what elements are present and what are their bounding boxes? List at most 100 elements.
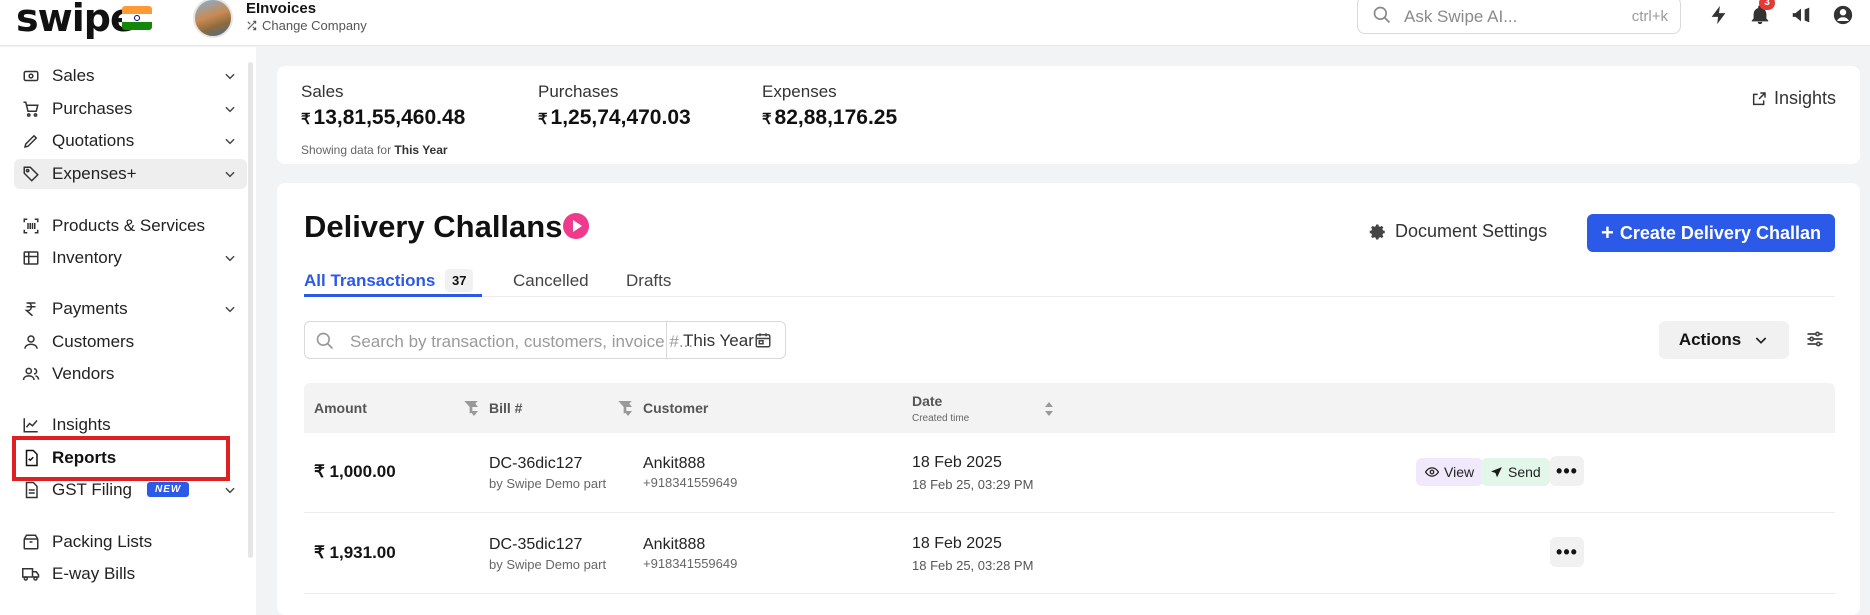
top-bar: swipe EInvoices Change Company Ask Swipe… — [0, 0, 1870, 46]
row-customer[interactable]: Ankit888 — [643, 536, 705, 554]
actions-dropdown[interactable]: Actions — [1659, 321, 1789, 359]
gear-icon — [1369, 224, 1385, 239]
play-video-icon[interactable] — [563, 213, 589, 239]
send-label: Send — [1508, 464, 1541, 480]
chevron-down-icon — [225, 73, 235, 80]
table-row[interactable]: ₹ 1,000.00 DC-36dic127 by Swipe Demo par… — [304, 433, 1835, 513]
ask-ai-search[interactable]: Ask Swipe AI... ctrl+k — [1357, 0, 1681, 34]
swipe-logo[interactable]: swipe — [16, 0, 136, 40]
transaction-search: Search by transaction, customers, invoic… — [304, 321, 786, 359]
ask-ai-placeholder: Ask Swipe AI... — [1404, 7, 1518, 26]
chevron-down-icon — [225, 306, 235, 313]
document-settings-label: Document Settings — [1395, 221, 1548, 241]
expenses-stat-value: ₹82,88,176.25 — [762, 106, 898, 129]
rupee-icon — [24, 302, 36, 317]
column-date: Date — [912, 393, 943, 409]
sidebar-item-eway-bills[interactable]: E-way Bills — [14, 559, 247, 589]
sidebar-item-label: Inventory — [52, 248, 122, 267]
sidebar-scrollbar[interactable] — [248, 62, 253, 558]
sales-stat-label: Sales — [301, 82, 344, 101]
filter-icon[interactable] — [617, 399, 633, 415]
calendar-icon[interactable] — [754, 331, 772, 349]
row-date: 18 Feb 2025 — [912, 535, 1002, 552]
row-customer[interactable]: Ankit888 — [643, 455, 705, 473]
row-created-time: 18 Feb 25, 03:28 PM — [912, 558, 1034, 573]
sort-icon[interactable] — [1044, 401, 1054, 417]
account-icon[interactable] — [1832, 4, 1854, 26]
eye-icon — [1425, 467, 1439, 477]
row-amount: ₹ 1,000.00 — [314, 462, 396, 481]
sidebar-item-customers[interactable]: Customers — [14, 327, 247, 357]
view-button[interactable]: View — [1416, 458, 1484, 486]
sidebar-item-quotations[interactable]: Quotations — [14, 126, 247, 156]
showing-data-note: Showing data for This Year — [301, 143, 448, 157]
insights-link-label: Insights — [1773, 88, 1836, 108]
change-company-link[interactable]: Change Company — [246, 18, 367, 33]
row-bill-number[interactable]: DC-36dic127 — [489, 455, 582, 473]
megaphone-icon[interactable] — [1790, 4, 1812, 26]
more-options-button[interactable]: ••• — [1550, 456, 1584, 486]
company-avatar[interactable] — [193, 0, 233, 38]
send-button[interactable]: Send — [1481, 458, 1550, 486]
chevron-down-icon — [225, 171, 235, 178]
search-input[interactable]: Search by transaction, customers, invoic… — [350, 332, 693, 352]
sidebar-item-purchases[interactable]: Purchases — [14, 94, 247, 124]
tab-drafts[interactable]: Drafts — [626, 271, 671, 291]
tab-all-transactions[interactable]: All Transactions — [304, 271, 435, 291]
column-customer: Customer — [643, 400, 709, 416]
shortcut-hint: ctrl+k — [1631, 8, 1668, 25]
transaction-tabs: All Transactions 37 Cancelled Drafts — [304, 263, 1835, 297]
chevron-down-icon — [225, 138, 235, 145]
period-selector[interactable]: This Year — [683, 331, 754, 351]
sidebar-item-sales[interactable]: Sales — [14, 61, 247, 91]
sidebar-item-label: Insights — [52, 415, 111, 434]
create-button-label: Create Delivery Challan — [1619, 222, 1821, 243]
box-icon — [23, 534, 39, 550]
india-flag-icon — [122, 6, 152, 30]
sidebar-item-expenses[interactable]: Expenses+ — [14, 159, 247, 189]
sidebar-item-label: Payments — [52, 299, 128, 318]
column-settings-icon[interactable] — [1805, 329, 1825, 349]
row-bill-creator: by Swipe Demo part — [489, 476, 607, 491]
truck-icon — [22, 568, 40, 581]
sidebar-item-vendors[interactable]: Vendors — [14, 359, 247, 389]
row-created-time: 18 Feb 25, 03:29 PM — [912, 477, 1034, 492]
cart-icon — [23, 101, 39, 117]
sidebar-item-label: GST Filing — [52, 480, 132, 499]
search-icon — [316, 332, 334, 350]
chevron-down-icon — [225, 487, 235, 494]
expenses-stat-label: Expenses — [762, 82, 837, 101]
sidebar-item-label: Packing Lists — [52, 532, 153, 551]
document-settings-button[interactable]: Document Settings — [1369, 221, 1547, 242]
sidebar-item-products-services[interactable]: Products & Services — [14, 211, 247, 241]
tag-icon — [23, 166, 39, 182]
active-tab-indicator — [304, 294, 482, 297]
summary-stats-card: Sales ₹13,81,55,460.48 Purchases ₹1,25,7… — [277, 66, 1860, 164]
view-label: View — [1444, 464, 1475, 480]
sidebar-item-label: Sales — [52, 66, 95, 85]
row-bill-number[interactable]: DC-35dic127 — [489, 536, 582, 554]
sidebar-item-label: Customers — [52, 332, 135, 351]
sidebar-item-label: Quotations — [52, 131, 135, 150]
change-company-label: Change Company — [262, 18, 367, 33]
sidebar-item-label: Vendors — [52, 364, 115, 383]
new-badge: NEW — [147, 482, 190, 497]
document-icon — [25, 481, 38, 499]
sidebar: Sales Purchases Quotations Expenses+ Pro… — [0, 47, 256, 615]
more-options-button[interactable]: ••• — [1550, 537, 1584, 567]
create-delivery-challan-button[interactable]: + Create Delivery Challan — [1587, 214, 1835, 252]
column-bill: Bill # — [489, 400, 523, 416]
sidebar-item-inventory[interactable]: Inventory — [14, 243, 247, 273]
tab-cancelled[interactable]: Cancelled — [513, 271, 589, 291]
filter-icon[interactable] — [463, 399, 479, 415]
insights-link[interactable]: Insights — [1751, 88, 1836, 109]
search-divider — [666, 322, 667, 358]
sidebar-item-packing-lists[interactable]: Packing Lists — [14, 527, 247, 557]
purchases-stat-value: ₹1,25,74,470.03 — [538, 106, 691, 129]
table-row[interactable]: ₹ 1,931.00 DC-35dic127 by Swipe Demo par… — [304, 514, 1835, 594]
sidebar-item-label: Purchases — [52, 99, 133, 118]
lightning-icon[interactable] — [1708, 4, 1730, 26]
sidebar-item-payments[interactable]: Payments — [14, 294, 247, 324]
company-name: EInvoices — [246, 0, 317, 17]
barcode-icon — [23, 218, 39, 234]
